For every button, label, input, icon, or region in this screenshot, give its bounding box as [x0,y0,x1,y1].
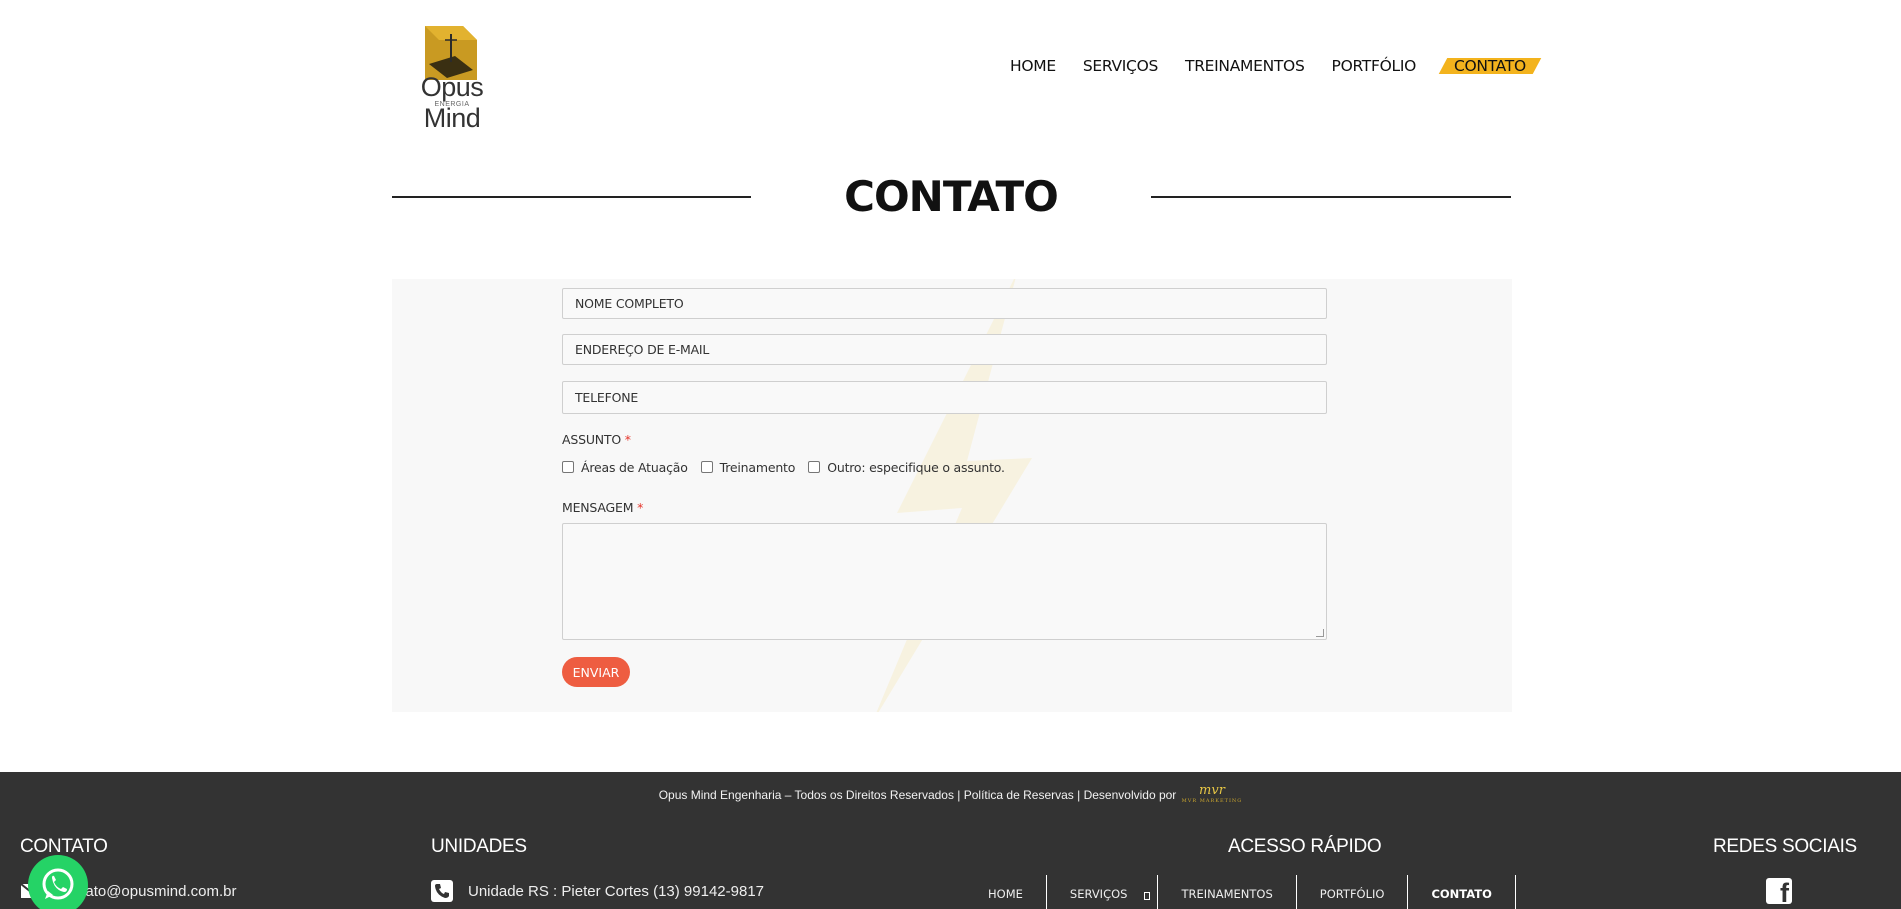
submenu-indicator-icon [1144,892,1151,900]
subject-options: Áreas de Atuação Treinamento Outro: espe… [562,460,1018,475]
send-button[interactable]: ENVIAR [562,657,630,687]
developer-logo-sub: MVR MARKETING [1181,798,1243,804]
footer-link-servicos[interactable]: SERVIÇOS [1047,875,1159,909]
checkbox-outro-label: Outro: especifique o assunto. [827,460,1005,475]
whatsapp-button[interactable] [28,855,88,909]
phone-icon [431,880,453,902]
checkbox-areas-label: Áreas de Atuação [581,460,688,475]
nav-portfolio[interactable]: PORTFÓLIO [1332,57,1417,75]
footer-social-heading: REDES SOCIAIS [1713,836,1857,857]
facebook-icon[interactable]: f [1766,878,1792,907]
subject-label: ASSUNTO * [562,432,631,447]
footer-units-heading: UNIDADES [431,836,527,857]
subject-option-treinamento[interactable]: Treinamento [700,460,796,475]
message-required-mark: * [637,500,644,515]
nav-servicos[interactable]: SERVIÇOS [1083,57,1159,75]
title-divider-left [392,196,751,198]
checkbox-outro[interactable] [808,460,821,473]
copyright-text: Opus Mind Engenharia – Todos os Direitos… [658,788,1177,803]
contact-form: NOME COMPLETO ENDEREÇO DE E-MAIL TELEFON… [392,279,1512,712]
nav-contato[interactable]: CONTATO [1443,55,1537,77]
resize-handle-icon[interactable] [1316,629,1324,637]
nav-home[interactable]: HOME [1010,57,1056,75]
copyright-bar: Opus Mind Engenharia – Todos os Direitos… [0,784,1901,806]
message-textarea[interactable] [562,523,1327,640]
footer-unit-rs-text: Unidade RS : Pieter Cortes (13) 99142-98… [468,882,765,900]
footer-link-treinamentos[interactable]: TREINAMENTOS [1158,875,1297,909]
title-divider-right [1151,196,1511,198]
footer-quick-links: HOME SERVIÇOS TREINAMENTOS PORTFÓLIO CON… [965,875,1516,909]
footer-link-home[interactable]: HOME [965,875,1047,909]
footer-unit-rs: Unidade RS : Pieter Cortes (13) 99142-98… [431,880,764,902]
brand-subtitle: ENERGIA [434,101,470,108]
footer-link-servicos-label: SERVIÇOS [1069,887,1128,901]
subject-option-areas[interactable]: Áreas de Atuação [562,460,688,475]
phone-field[interactable]: TELEFONE [562,381,1327,414]
developer-logo[interactable]: mvr MVR MARKETING [1181,784,1243,806]
email-field[interactable]: ENDEREÇO DE E-MAIL [562,334,1327,365]
checkbox-treinamento-label: Treinamento [719,460,796,475]
footer-link-contato[interactable]: CONTATO [1408,875,1516,909]
site-footer: Opus Mind Engenharia – Todos os Direitos… [0,772,1901,909]
checkbox-treinamento[interactable] [700,460,713,473]
message-label-text: MENSAGEM [562,500,634,515]
main-nav: HOME SERVIÇOS TREINAMENTOS PORTFÓLIO CON… [1010,52,1537,80]
subject-label-text: ASSUNTO [562,432,621,447]
subject-required-mark: * [624,432,631,447]
message-label: MENSAGEM * [562,500,643,515]
nav-contato-wrap: CONTATO [1443,57,1537,76]
name-field[interactable]: NOME COMPLETO [562,288,1327,319]
footer-quick-heading: ACESSO RÁPIDO [1228,836,1382,857]
footer-link-portfolio[interactable]: PORTFÓLIO [1297,875,1409,909]
whatsapp-icon [42,868,74,900]
nav-treinamentos[interactable]: TREINAMENTOS [1185,57,1305,75]
subject-option-outro[interactable]: Outro: especifique o assunto. [808,460,1005,475]
site-header: Opus Mind ENERGIA HOME SERVIÇOS TREINAME… [0,0,1901,133]
checkbox-areas[interactable] [562,460,574,473]
brand-logo[interactable]: Opus Mind ENERGIA [392,26,512,133]
page-title: CONTATO [844,172,1059,221]
